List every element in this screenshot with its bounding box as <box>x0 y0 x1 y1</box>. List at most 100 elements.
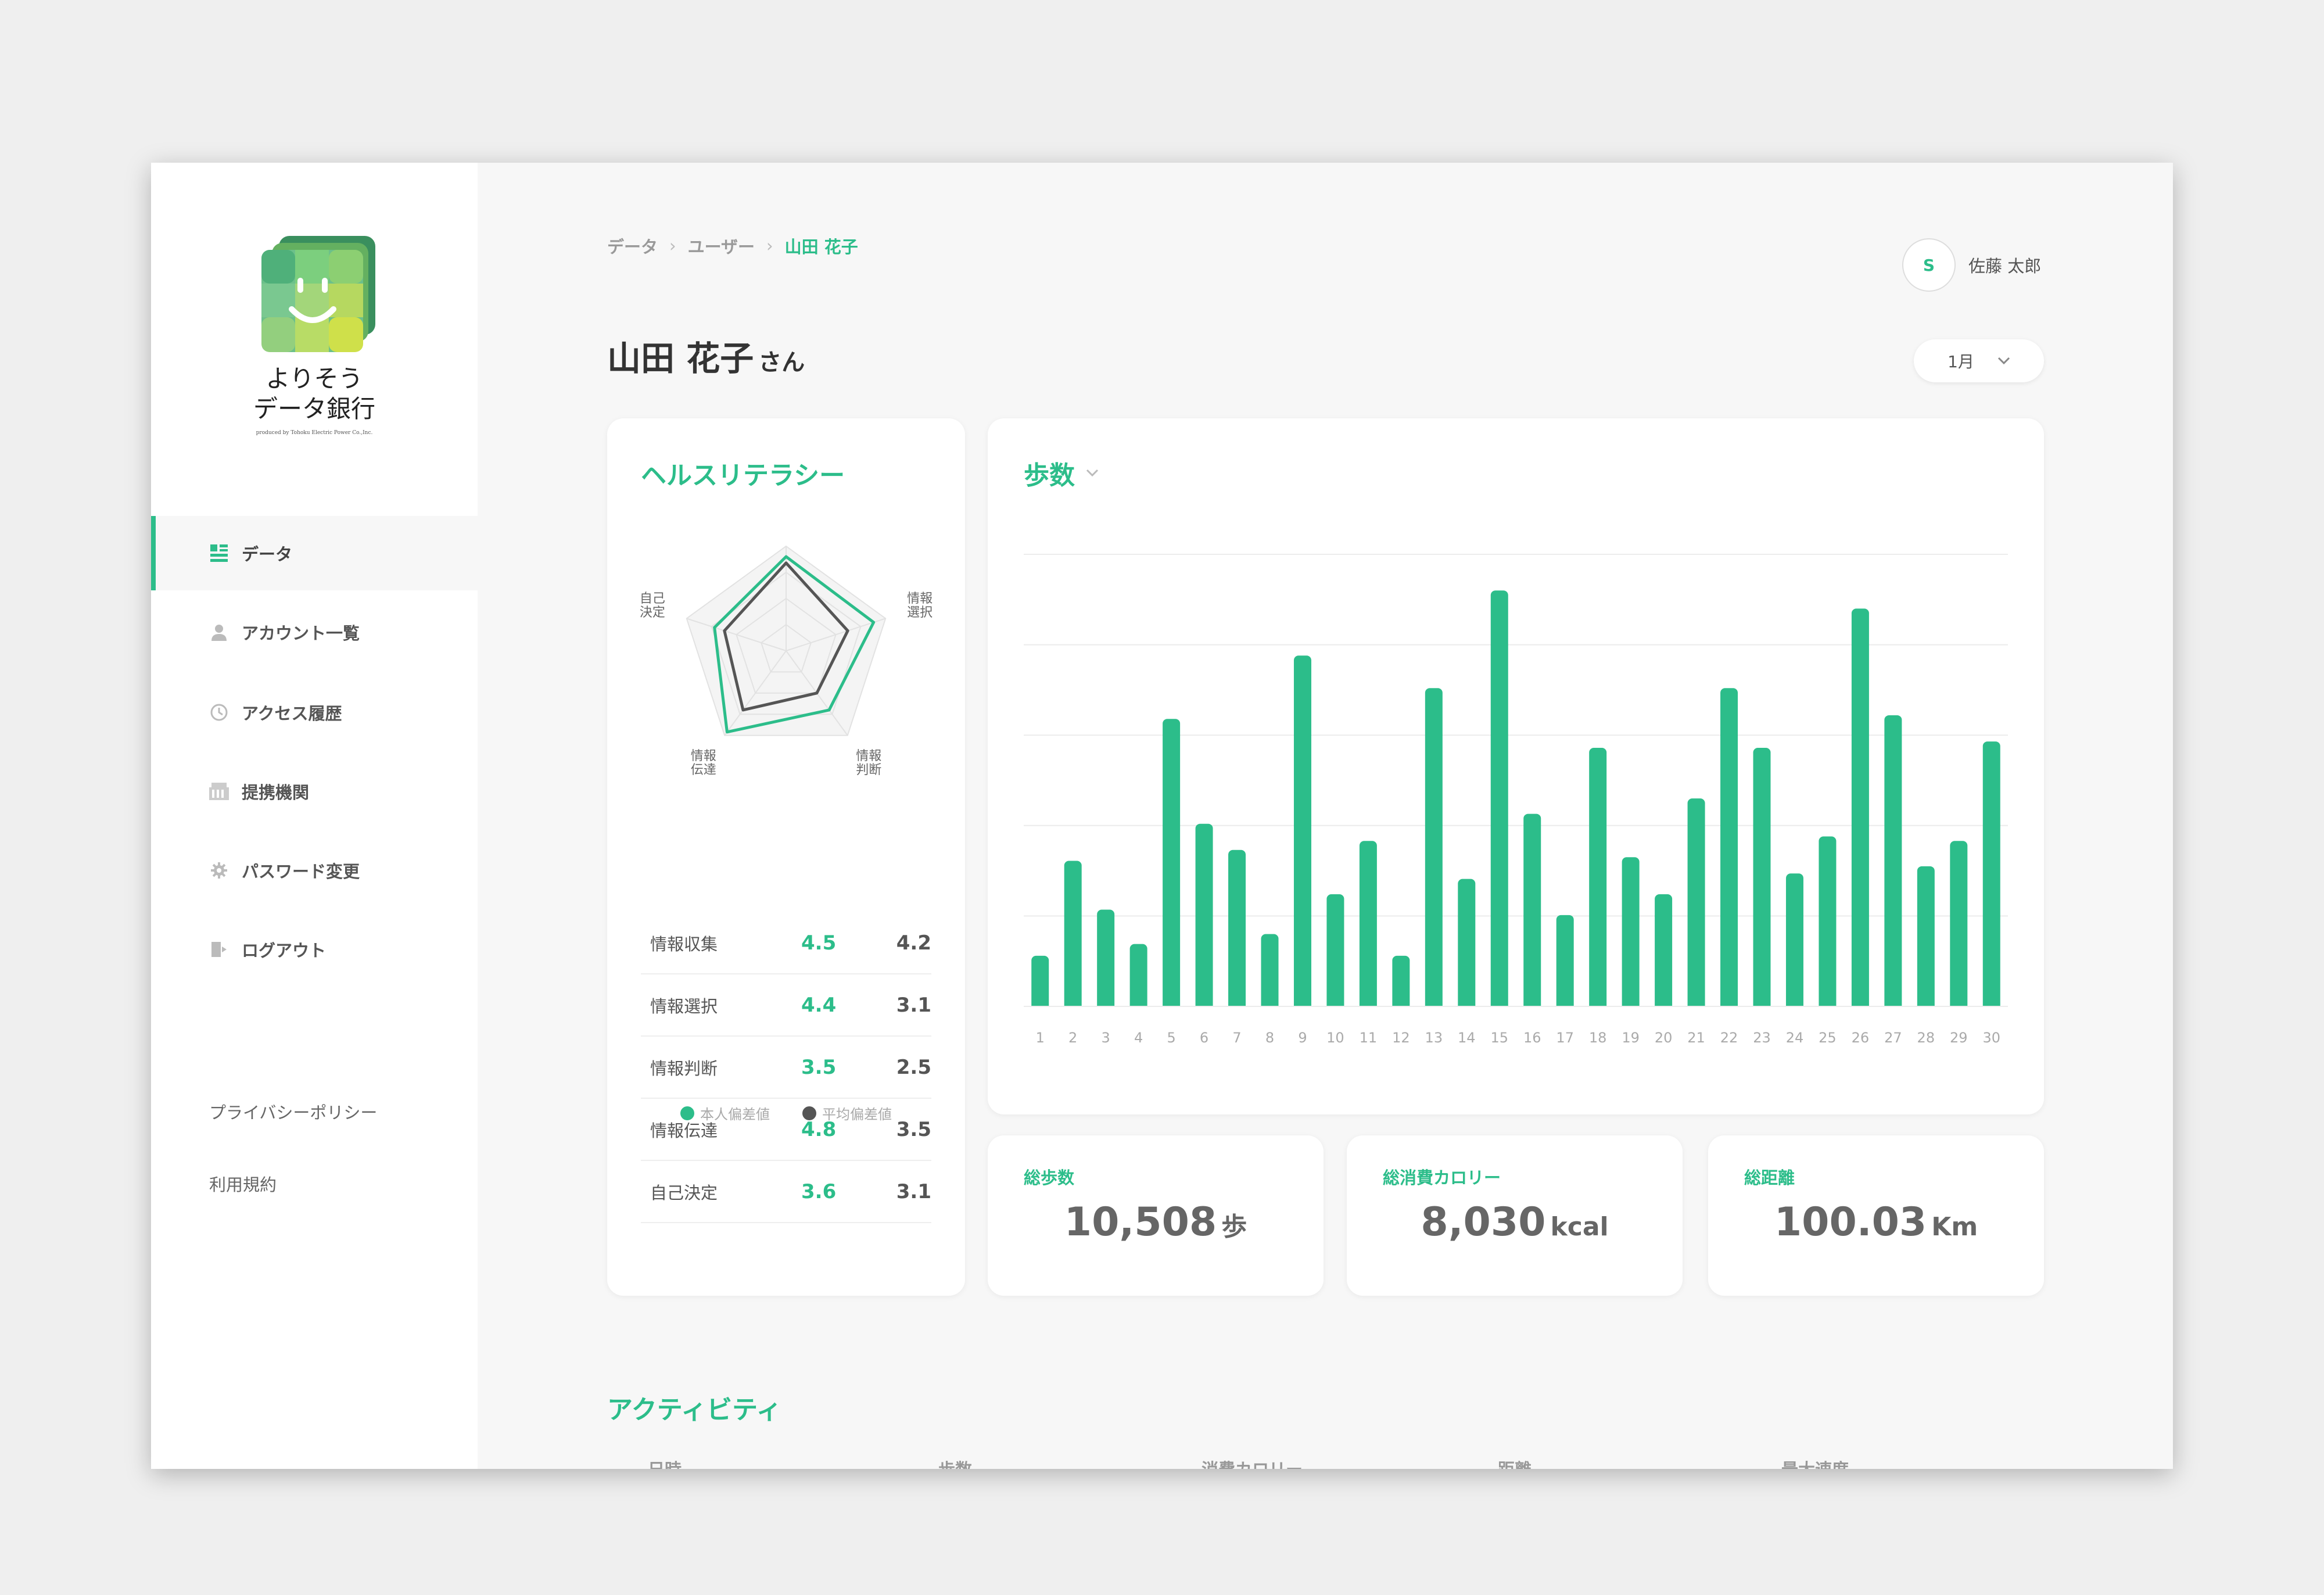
bar <box>1490 590 1508 1011</box>
page-title-name: 山田 花子 <box>607 339 754 378</box>
x-tick-label: 17 <box>1556 1030 1574 1046</box>
radar-axis-label: 情報選択 <box>907 592 933 620</box>
stat-value: 100.03 <box>1774 1199 1927 1245</box>
x-tick-label: 15 <box>1490 1030 1508 1046</box>
x-tick-label: 19 <box>1622 1030 1640 1046</box>
x-tick-label: 29 <box>1950 1030 1968 1046</box>
bar <box>1523 813 1541 1011</box>
bar <box>1819 836 1837 1011</box>
breadcrumb: データ › ユーザー › 山田 花子 <box>607 234 858 258</box>
brand-tagline: produced by Tohoku Electric Power Co.,In… <box>256 430 373 436</box>
sidebar-item-accounts[interactable]: アカウント一覧 <box>151 595 478 669</box>
logout-icon <box>209 940 229 959</box>
x-tick-label: 25 <box>1819 1030 1837 1046</box>
x-tick-label: 1 <box>1036 1030 1045 1046</box>
x-tick-label: 10 <box>1326 1030 1344 1046</box>
row-self-score: 3.5 <box>801 1055 837 1079</box>
x-tick-label: 12 <box>1392 1030 1410 1046</box>
breadcrumb-item-users[interactable]: ユーザー <box>688 234 755 258</box>
row-average-score: 2.5 <box>896 1055 931 1079</box>
bar <box>1589 747 1607 1011</box>
x-tick-label: 28 <box>1917 1030 1935 1046</box>
x-tick-label: 24 <box>1786 1030 1804 1046</box>
person-icon <box>209 622 229 642</box>
x-tick-label: 9 <box>1298 1030 1307 1046</box>
bar <box>1195 823 1213 1011</box>
row-label: 情報伝達 <box>650 1120 718 1141</box>
steps-bar-chart: 1 2 3 4 5 6 7 8 9 10 11 12 13 14 15 16 17 18 19 20 21 22 23 24 2… <box>1024 554 2008 1046</box>
bar <box>1982 741 2000 1011</box>
row-label: 情報収集 <box>650 934 718 954</box>
x-tick-label: 11 <box>1360 1030 1378 1046</box>
sidebar-item-access-history[interactable]: アクセス履歴 <box>151 675 478 750</box>
bar <box>1655 894 1673 1011</box>
x-tick-label: 22 <box>1720 1030 1738 1046</box>
stat-value-row: 10,508 歩 <box>988 1199 1324 1245</box>
bar <box>1687 798 1705 1011</box>
chevron-right-icon: › <box>766 236 773 256</box>
chevron-right-icon: › <box>669 236 676 256</box>
stat-card-total-distance: 総距離 100.03 Km <box>1708 1135 2044 1296</box>
month-select[interactable]: 1月 <box>1914 339 2044 382</box>
x-tick-label: 6 <box>1200 1030 1208 1046</box>
steps-chart-card: 歩数 1 2 3 4 5 6 7 8 9 10 11 12 13 14 15 16 17 18 19 20 21 22 23… <box>988 418 2044 1114</box>
table-row: 自己決定 3.6 3.1 <box>641 1161 931 1223</box>
activity-column-steps: 歩数 <box>938 1456 972 1469</box>
avatar[interactable]: S <box>1902 238 1956 292</box>
table-row: 情報伝達 4.8 3.5 <box>641 1099 931 1161</box>
user-name: 佐藤 太郎 <box>1968 256 2042 276</box>
stat-label: 総距離 <box>1744 1168 1795 1188</box>
stat-unit: 歩 <box>1221 1212 1247 1242</box>
row-self-score: 3.6 <box>801 1180 837 1203</box>
sidebar-item-label: 提携機関 <box>242 783 310 802</box>
page-title-suffix: さん <box>758 349 805 376</box>
health-literacy-title: ヘルスリテラシー <box>641 461 845 490</box>
terms-link[interactable]: 利用規約 <box>209 1171 277 1196</box>
stat-card-total-steps: 総歩数 10,508 歩 <box>988 1135 1324 1296</box>
bar <box>1425 688 1443 1011</box>
table-row: 情報選択 4.4 3.1 <box>641 974 931 1037</box>
activity-title: アクティビティ <box>607 1395 782 1425</box>
x-tick-label: 21 <box>1687 1030 1705 1046</box>
chevron-down-icon <box>1997 357 2010 365</box>
bar <box>1950 841 1968 1011</box>
bar <box>1785 873 1803 1011</box>
sidebar-item-logout[interactable]: ログアウト <box>151 912 478 987</box>
sidebar-item-label: パスワード変更 <box>242 862 360 881</box>
bar <box>1851 608 1869 1011</box>
row-self-score: 4.5 <box>801 931 837 955</box>
row-label: 情報選択 <box>650 996 718 1016</box>
month-select-value: 1月 <box>1948 352 1974 371</box>
sidebar: よりそう データ銀行 produced by Tohoku Electric P… <box>151 163 478 1469</box>
bar <box>1129 944 1147 1011</box>
bar <box>1326 894 1344 1011</box>
logo-icon <box>261 236 375 352</box>
stat-value: 8,030 <box>1421 1199 1546 1245</box>
x-tick-label: 27 <box>1884 1030 1902 1046</box>
row-self-score: 4.4 <box>801 993 837 1017</box>
bar <box>1884 715 1902 1011</box>
bar <box>1228 850 1246 1011</box>
bar <box>1064 861 1082 1011</box>
user-menu[interactable]: S 佐藤 太郎 <box>1902 238 2041 292</box>
gear-icon <box>209 861 229 880</box>
sidebar-item-partners[interactable]: 提携機関 <box>151 754 478 829</box>
bar <box>1720 688 1738 1011</box>
x-tick-label: 8 <box>1265 1030 1274 1046</box>
sidebar-item-data[interactable]: データ <box>151 516 478 590</box>
bar <box>1293 655 1311 1011</box>
stat-label: 総消費カロリー <box>1383 1168 1501 1188</box>
sidebar-item-password[interactable]: パスワード変更 <box>151 833 478 908</box>
bar <box>1359 841 1377 1011</box>
bar <box>1917 866 1935 1011</box>
x-tick-label: 7 <box>1232 1030 1241 1046</box>
sidebar-item-label: アクセス履歴 <box>242 704 342 723</box>
radar-axis-label: 情報判断 <box>856 749 881 777</box>
sidebar-item-label: ログアウト <box>242 941 327 960</box>
breadcrumb-item-data[interactable]: データ <box>607 234 658 258</box>
x-tick-label: 3 <box>1102 1030 1110 1046</box>
health-literacy-card: ヘルスリテラシー 情報収集情報選択情報判断情報伝達自己決定 本人偏差値 平均偏差… <box>607 418 965 1296</box>
privacy-policy-link[interactable]: プライバシーポリシー <box>209 1099 377 1124</box>
bar <box>1097 909 1115 1011</box>
building-icon <box>209 782 229 801</box>
